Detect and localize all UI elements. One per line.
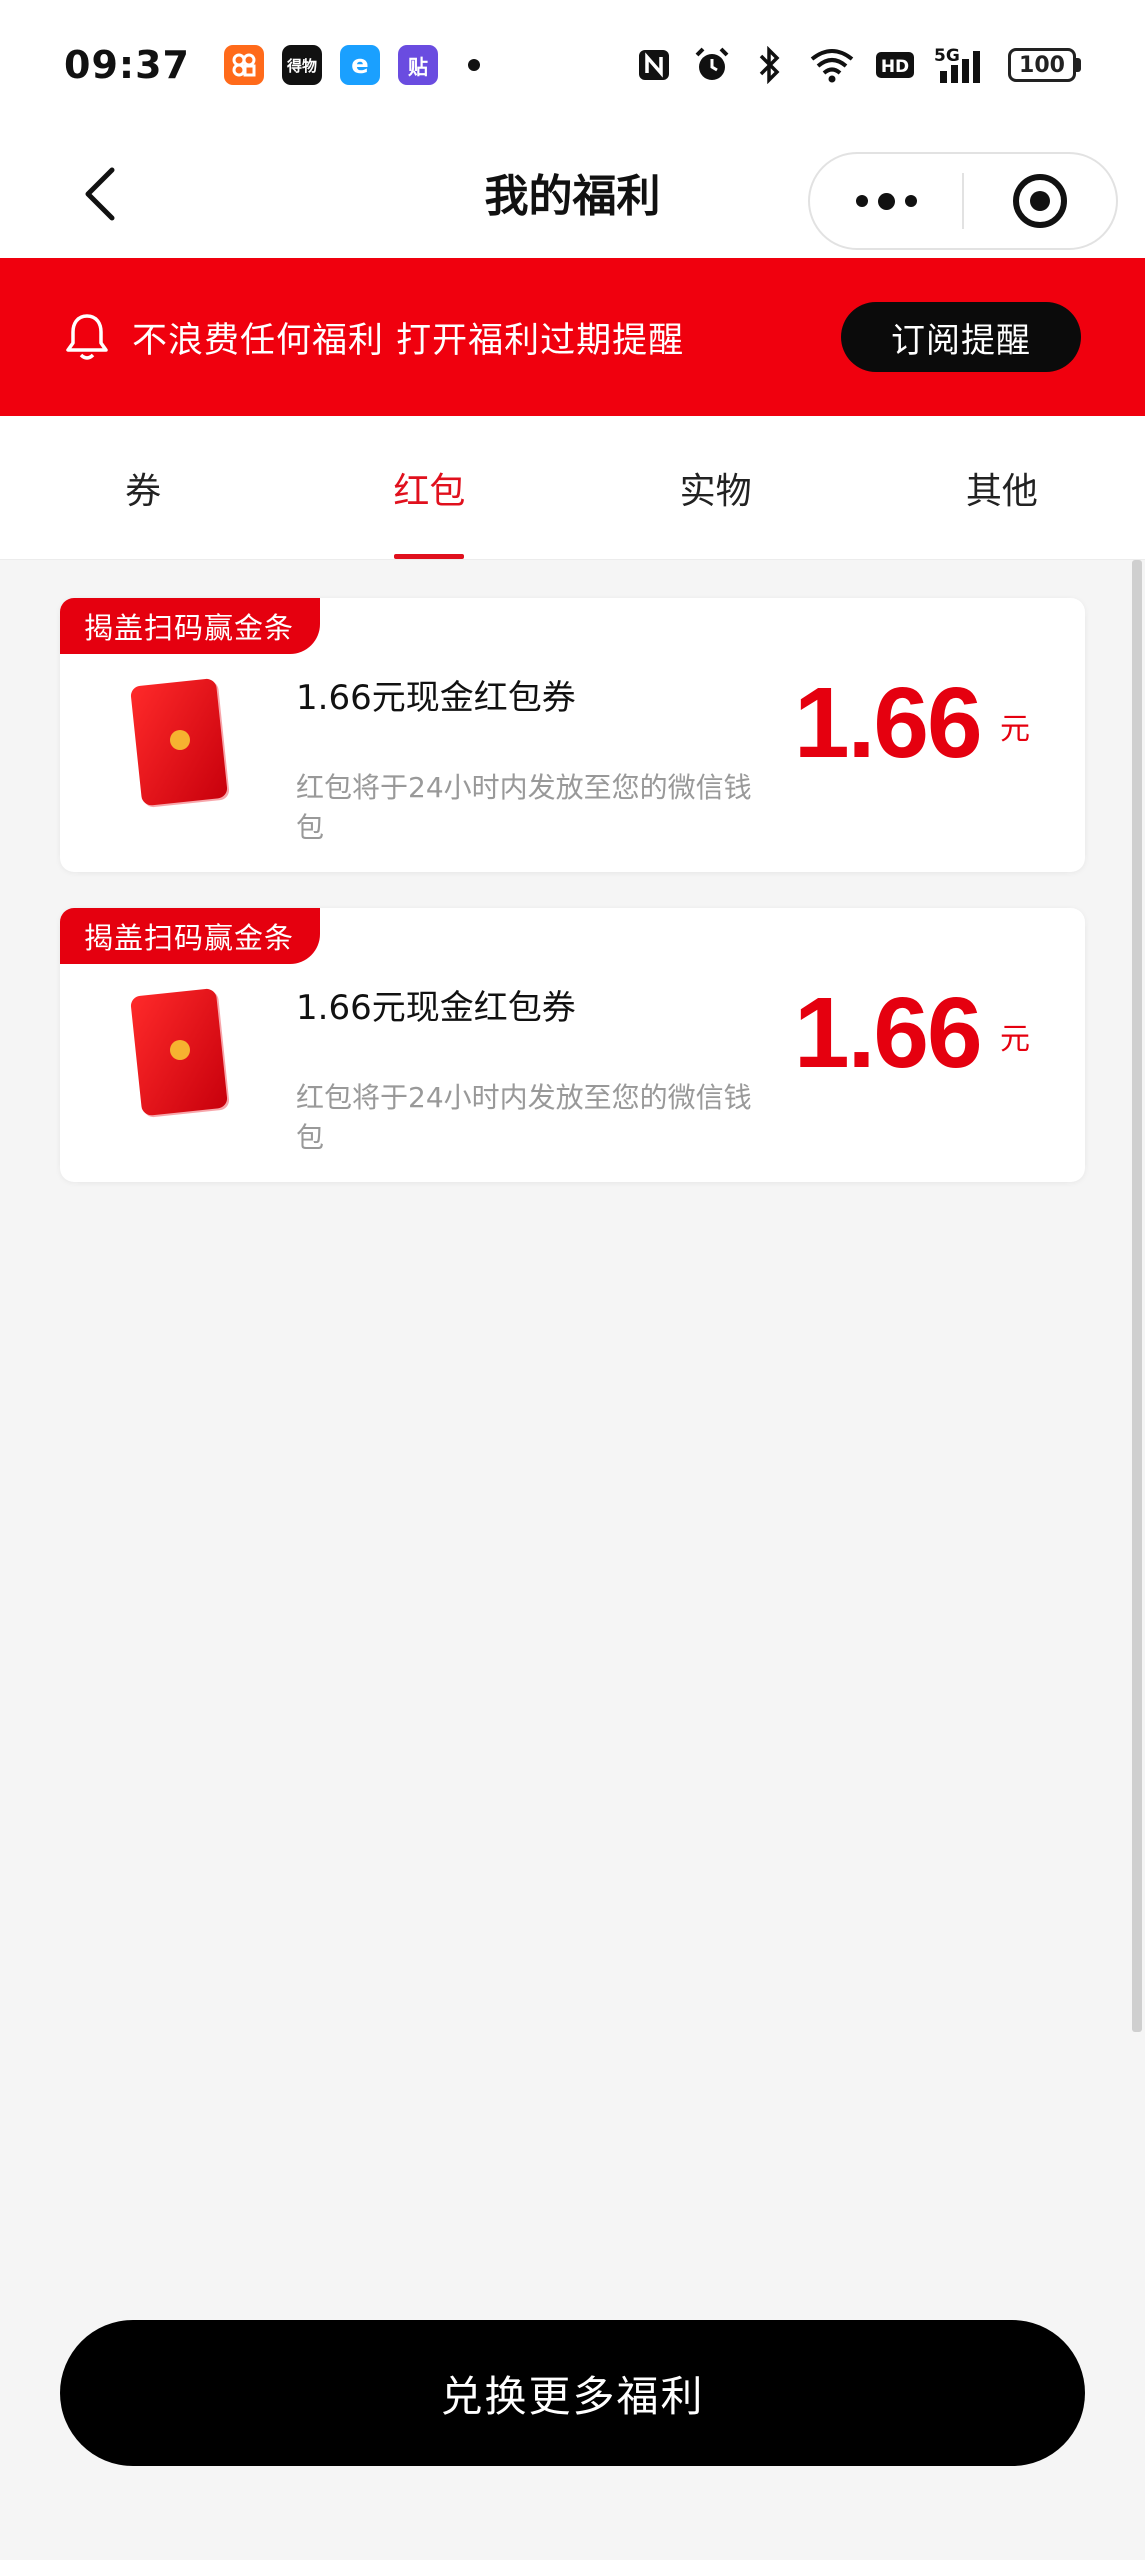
subscribe-reminder-button[interactable]: 订阅提醒 xyxy=(841,302,1081,372)
card-title: 1.66元现金红包券 xyxy=(296,678,576,718)
more-notifications-dot xyxy=(467,59,480,71)
benefit-tabs: 券 红包 实物 其他 xyxy=(0,416,1145,560)
amount-value: 1.66 xyxy=(794,977,983,1089)
battery-icon: 100 xyxy=(1008,48,1081,82)
target-close-icon xyxy=(1012,174,1067,228)
campaign-tag: 揭盖扫码赢金条 xyxy=(60,598,321,654)
tab-coupon[interactable]: 券 xyxy=(0,416,286,559)
app-eleme-icon: e xyxy=(339,45,380,85)
red-envelope-icon xyxy=(130,678,230,808)
hd-icon: HD xyxy=(874,45,916,85)
amount-unit: 元 xyxy=(1000,1022,1030,1057)
close-miniprogram-button[interactable] xyxy=(964,154,1116,248)
card-description: 红包将于24小时内发放至您的微信钱包 xyxy=(296,771,752,844)
red-envelope-icon xyxy=(130,988,230,1118)
svg-text:HD: HD xyxy=(881,57,909,77)
banner-text: 不浪费任何福利 打开福利过期提醒 xyxy=(132,320,685,361)
nav-bar: 我的福利 xyxy=(0,130,1145,258)
more-dots-icon xyxy=(855,195,868,207)
card-description: 红包将于24小时内发放至您的微信钱包 xyxy=(296,1081,752,1154)
more-button[interactable] xyxy=(810,154,962,248)
bell-icon xyxy=(66,314,108,360)
scrollbar[interactable] xyxy=(1132,560,1142,2032)
nfc-icon xyxy=(634,45,674,85)
notification-apps: 得物 e 贴 xyxy=(223,45,480,85)
bluetooth-icon xyxy=(750,45,790,85)
svg-text:5G: 5G xyxy=(934,46,960,66)
miniprogram-capsule xyxy=(808,152,1118,250)
alarm-icon xyxy=(692,45,732,85)
app-dewu-icon: 得物 xyxy=(281,45,322,85)
status-time: 09:37 xyxy=(64,43,190,87)
status-bar: 09:37 得物 e 贴 HD 5G 100 xyxy=(0,0,1145,130)
tab-physical[interactable]: 实物 xyxy=(573,416,859,559)
expiry-reminder-banner: 不浪费任何福利 打开福利过期提醒 订阅提醒 xyxy=(0,258,1145,416)
redeem-more-button[interactable]: 兑换更多福利 xyxy=(60,2320,1085,2466)
amount-value: 1.66 xyxy=(794,667,983,779)
red-packet-list: 揭盖扫码赢金条 1.66元现金红包券 红包将于24小时内发放至您的微信钱包 1.… xyxy=(60,598,1085,1218)
card-title: 1.66元现金红包券 xyxy=(296,988,576,1028)
amount-unit: 元 xyxy=(1000,712,1030,747)
wifi-icon xyxy=(808,45,856,85)
app-tie-icon: 贴 xyxy=(397,45,438,85)
tab-other[interactable]: 其他 xyxy=(859,416,1145,559)
campaign-tag: 揭盖扫码赢金条 xyxy=(60,908,321,964)
list-item[interactable]: 揭盖扫码赢金条 1.66元现金红包券 红包将于24小时内发放至您的微信钱包 1.… xyxy=(60,908,1085,1182)
list-item[interactable]: 揭盖扫码赢金条 1.66元现金红包券 红包将于24小时内发放至您的微信钱包 1.… xyxy=(60,598,1085,872)
app-orange-icon xyxy=(223,45,264,85)
signal-5g-icon: 5G xyxy=(934,45,990,85)
active-tab-indicator xyxy=(394,554,465,559)
tab-red-packet[interactable]: 红包 xyxy=(286,416,572,559)
